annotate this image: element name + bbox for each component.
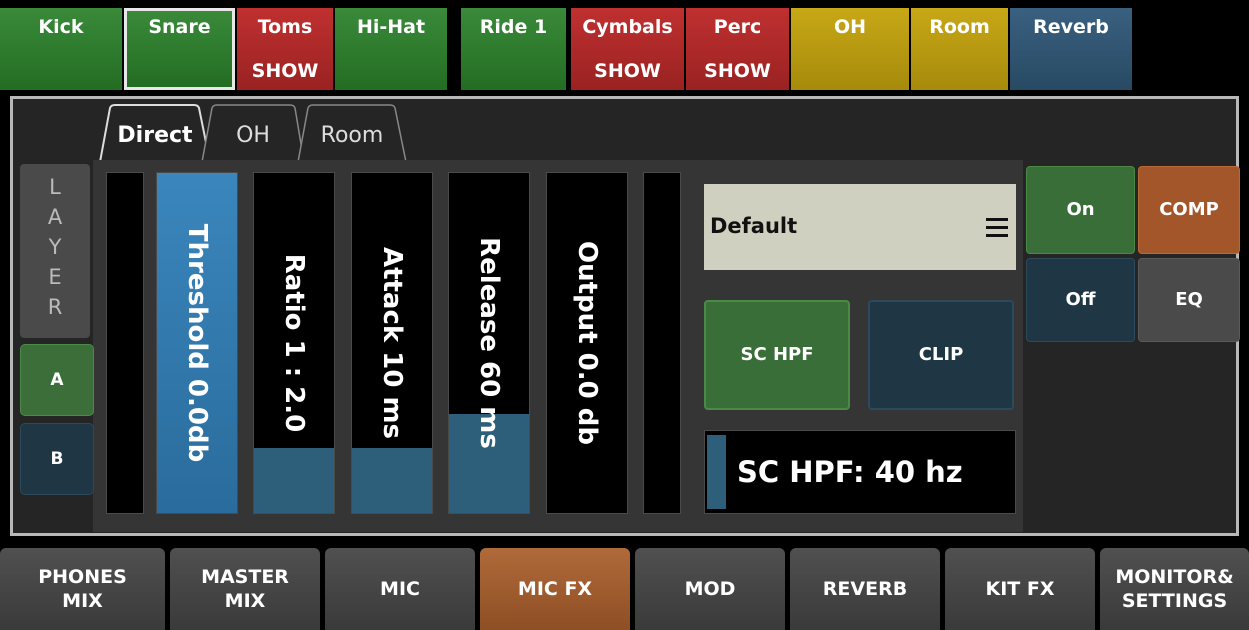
channel-sub: SHOW	[251, 60, 319, 82]
channel-label: Snare	[148, 16, 211, 38]
sc-hpf-button[interactable]: SC HPF	[704, 300, 850, 410]
nav-monitor-settings[interactable]: MONITOR& SETTINGS	[1100, 548, 1249, 630]
channel-label: Cymbals	[582, 16, 673, 38]
nav-mic-fx[interactable]: MIC FX	[480, 548, 630, 630]
ratio-slider[interactable]: Ratio 1 : 2.0	[253, 172, 335, 514]
channel-kick[interactable]: Kick	[0, 8, 122, 90]
nav-mic[interactable]: MIC	[325, 548, 475, 630]
hpf-value: SC HPF: 40 hz	[737, 455, 963, 489]
nav-label: KIT FX	[985, 578, 1055, 600]
nav-label: REVERB	[822, 578, 908, 600]
layer-letter: E	[48, 265, 62, 289]
channel-sub: SHOW	[594, 60, 661, 82]
layer-letter: R	[47, 295, 63, 319]
tab-label: Direct	[117, 123, 193, 148]
nav-reverb[interactable]: REVERB	[790, 548, 940, 630]
channel-cymbals[interactable]: Cymbals SHOW	[571, 8, 684, 90]
channel-oh[interactable]: OH	[791, 8, 909, 90]
channel-perc[interactable]: Perc SHOW	[686, 8, 789, 90]
channel-label: Kick	[38, 16, 84, 38]
nav-label: MASTER MIX	[201, 566, 289, 612]
comp-button[interactable]: COMP	[1138, 166, 1240, 254]
output-meter	[643, 172, 681, 514]
layer-letter: A	[47, 205, 63, 229]
nav-label: MIC	[380, 578, 420, 600]
channel-label: Perc	[713, 16, 762, 38]
nav-master-mix[interactable]: MASTER MIX	[170, 548, 320, 630]
slider-fill	[352, 448, 432, 513]
slider-label: Attack 10 ms	[377, 246, 407, 440]
threshold-slider[interactable]: Threshold 0.0db	[156, 172, 238, 514]
slider-label: Ratio 1 : 2.0	[279, 253, 309, 433]
channel-label: Toms	[257, 16, 313, 38]
on-button[interactable]: On	[1026, 166, 1135, 254]
hpf-fill	[707, 435, 726, 509]
channel-room[interactable]: Room	[911, 8, 1008, 90]
layer-label: L A Y E R	[20, 164, 90, 338]
nav-label: MOD	[684, 578, 736, 600]
channel-hihat[interactable]: Hi-Hat	[335, 8, 447, 90]
tab-room[interactable]: Room	[296, 104, 408, 162]
channel-label: OH	[833, 16, 867, 38]
nav-mod[interactable]: MOD	[635, 548, 785, 630]
channel-sub: SHOW	[704, 60, 771, 82]
channel-label: Ride 1	[479, 16, 548, 38]
tab-label: Room	[320, 123, 384, 148]
slider-fill	[254, 448, 334, 513]
release-slider[interactable]: Release 60 ms	[448, 172, 530, 514]
output-slider[interactable]: Output 0.0 db	[546, 172, 628, 514]
input-meter	[106, 172, 144, 514]
nav-phones-mix[interactable]: PHONES MIX	[0, 548, 165, 630]
clip-button[interactable]: CLIP	[868, 300, 1014, 410]
eq-button[interactable]: EQ	[1138, 258, 1240, 342]
channel-reverb[interactable]: Reverb	[1010, 8, 1132, 90]
tab-label: OH	[236, 123, 270, 148]
sc-hpf-slider[interactable]: SC HPF: 40 hz	[704, 430, 1016, 514]
slider-label: Output 0.0 db	[572, 241, 602, 445]
channel-label: Hi-Hat	[356, 16, 426, 38]
slider-label: Threshold 0.0db	[182, 223, 212, 463]
nav-label: MONITOR& SETTINGS	[1115, 566, 1234, 612]
layer-b-button[interactable]: B	[20, 423, 94, 495]
slider-label: Release 60 ms	[474, 237, 504, 449]
attack-slider[interactable]: Attack 10 ms	[351, 172, 433, 514]
off-button[interactable]: Off	[1026, 258, 1135, 342]
layer-a-button[interactable]: A	[20, 344, 94, 416]
layer-letter: Y	[48, 235, 62, 259]
channel-snare[interactable]: Snare	[124, 8, 235, 90]
tab-direct[interactable]: Direct	[98, 104, 212, 162]
tab-oh[interactable]: OH	[200, 104, 306, 162]
channel-label: Room	[929, 16, 990, 38]
nav-label: PHONES MIX	[38, 566, 127, 612]
nav-label: MIC FX	[517, 578, 593, 600]
layer-letter: L	[49, 175, 61, 199]
menu-icon	[986, 218, 1008, 242]
preset-name: Default	[710, 214, 798, 238]
channel-ride-1[interactable]: Ride 1	[461, 8, 566, 90]
preset-selector[interactable]: Default	[704, 184, 1016, 270]
channel-label: Reverb	[1033, 16, 1109, 38]
channel-toms[interactable]: Toms SHOW	[237, 8, 333, 90]
nav-kit-fx[interactable]: KIT FX	[945, 548, 1095, 630]
